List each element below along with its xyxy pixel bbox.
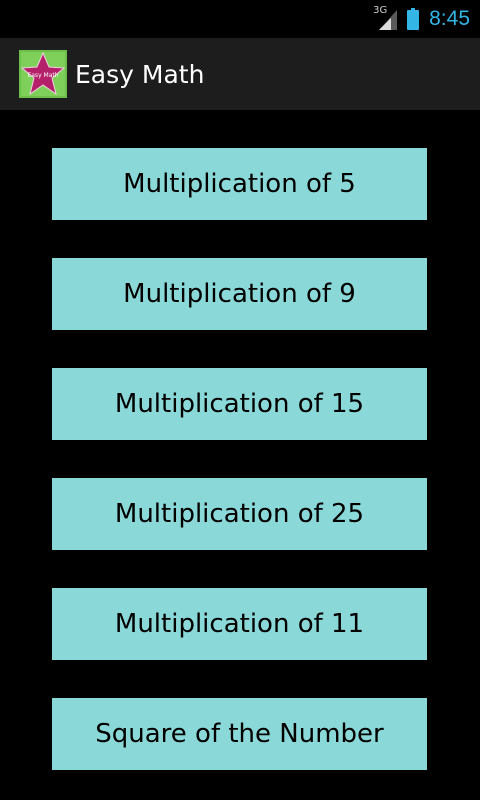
multiplication-9-button[interactable]: Multiplication of 9 [52,258,427,330]
square-of-number-button[interactable]: Square of the Number [52,698,427,770]
multiplication-15-button[interactable]: Multiplication of 15 [52,368,427,440]
battery-icon [407,8,420,30]
app-icon-text: Easy Math [27,72,58,79]
app-icon[interactable]: Easy Math [19,50,67,98]
app-title: Easy Math [75,59,205,89]
menu-list: Multiplication of 5 Multiplication of 9 … [0,110,480,800]
multiplication-25-button[interactable]: Multiplication of 25 [52,478,427,550]
multiplication-11-button[interactable]: Multiplication of 11 [52,588,427,660]
status-bar: 3G 8:45 [0,0,480,38]
signal-indicator: 3G [373,6,399,32]
signal-icon [379,10,398,30]
status-clock: 8:45 [429,7,470,30]
action-bar: Easy Math Easy Math [0,38,480,110]
star-icon: Easy Math [19,50,67,98]
status-icons: 3G 8:45 [373,0,470,38]
multiplication-5-button[interactable]: Multiplication of 5 [52,148,427,220]
